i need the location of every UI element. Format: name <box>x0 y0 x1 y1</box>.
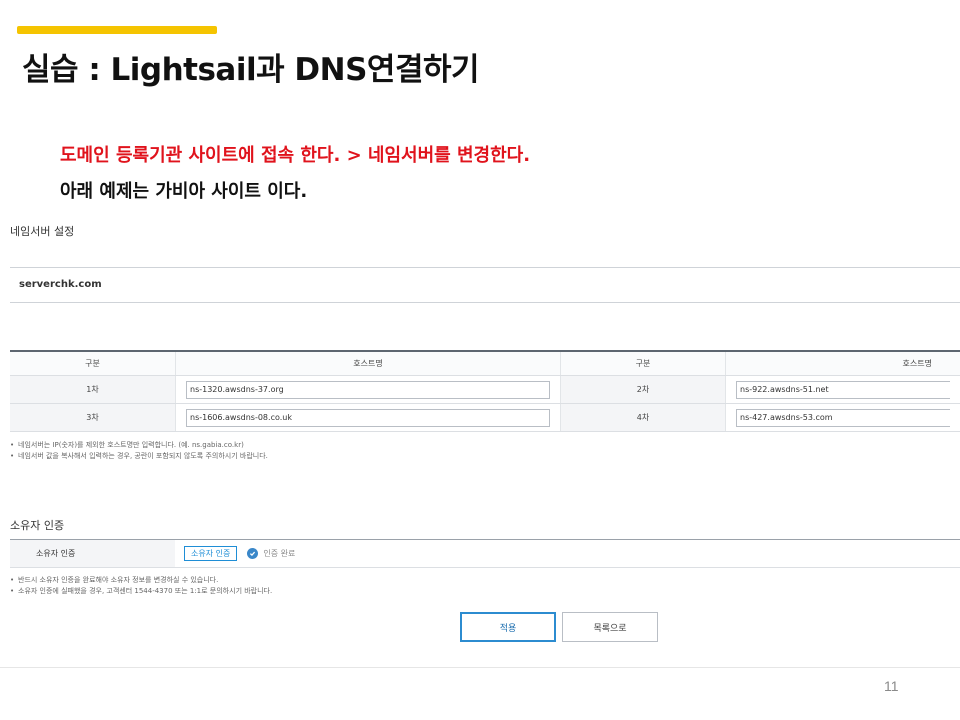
ns-cell-2: ns-922.awsdns-51.net <box>725 376 960 403</box>
domain-name: serverchk.com <box>19 279 102 290</box>
ns-input-2[interactable]: ns-922.awsdns-51.net <box>736 380 950 399</box>
instruction-black: 아래 예제는 가비아 사이트 이다. <box>60 181 308 202</box>
ns-input-1[interactable]: ns-1320.awsdns-37.org <box>186 380 550 399</box>
ns-note-1: 네임서버는 IP(숫자)를 제외한 호스트명만 입력합니다. (예. ns.ga… <box>10 440 268 451</box>
ns-label-4: 4차 <box>560 404 725 431</box>
ns-cell-1: ns-1320.awsdns-37.org <box>175 376 560 403</box>
owner-verify-button[interactable]: 소유자 인증 <box>184 546 238 561</box>
nameserver-section-title: 네임서버 설정 <box>10 225 75 238</box>
page-number: 11 <box>884 678 899 694</box>
ns-input-3[interactable]: ns-1606.awsdns-08.co.uk <box>186 408 550 427</box>
header-type-2: 구분 <box>560 352 725 375</box>
owner-note-2: 소유자 인증에 실패했을 경우, 고객센터 1544-4370 또는 1:1로 … <box>10 586 272 597</box>
table-header-row: 구분 호스트명 구분 호스트명 <box>10 352 960 376</box>
nameserver-table: 구분 호스트명 구분 호스트명 1차 ns-1320.awsdns-37.org… <box>10 350 960 432</box>
ns-label-3: 3차 <box>10 404 175 431</box>
back-to-list-button[interactable]: 목록으로 <box>562 612 658 642</box>
check-circle-icon <box>247 548 259 559</box>
ns-cell-3: ns-1606.awsdns-08.co.uk <box>175 404 560 431</box>
ns-label-2: 2차 <box>560 376 725 403</box>
table-row: 1차 ns-1320.awsdns-37.org 2차 ns-922.awsdn… <box>10 376 960 404</box>
instruction-red: 도메인 등록기관 사이트에 접속 한다. > 네임서버를 변경한다. <box>60 145 531 166</box>
verification-status: 인증 완료 <box>263 549 296 558</box>
owner-verification-row: 소유자 인증 소유자 인증 인증 완료 <box>10 539 960 568</box>
ns-label-1: 1차 <box>10 376 175 403</box>
owner-notes: 반드시 소유자 인증을 완료해야 소유자 정보를 변경하실 수 있습니다. 소유… <box>10 575 272 597</box>
apply-button[interactable]: 적용 <box>460 612 556 642</box>
ns-input-4[interactable]: ns-427.awsdns-53.com <box>736 408 950 427</box>
owner-note-1: 반드시 소유자 인증을 완료해야 소유자 정보를 변경하실 수 있습니다. <box>10 575 272 586</box>
owner-section-title: 소유자 인증 <box>10 519 65 532</box>
domain-box: serverchk.com <box>10 267 960 303</box>
owner-row-label: 소유자 인증 <box>10 540 175 567</box>
nameserver-notes: 네임서버는 IP(숫자)를 제외한 호스트명만 입력합니다. (예. ns.ga… <box>10 440 268 462</box>
ns-note-2: 네임서버 값을 복사해서 입력하는 경우, 공란이 포함되지 않도록 주의하시기… <box>10 451 268 462</box>
slide-title: 실습 : Lightsail과 DNS연결하기 <box>22 52 480 88</box>
title-accent-bar <box>17 26 217 34</box>
table-row: 3차 ns-1606.awsdns-08.co.uk 4차 ns-427.aws… <box>10 404 960 432</box>
header-host-1: 호스트명 <box>175 352 560 375</box>
ns-cell-4: ns-427.awsdns-53.com <box>725 404 960 431</box>
header-type-1: 구분 <box>10 352 175 375</box>
header-host-2: 호스트명 <box>725 352 960 375</box>
bottom-divider <box>0 667 960 668</box>
